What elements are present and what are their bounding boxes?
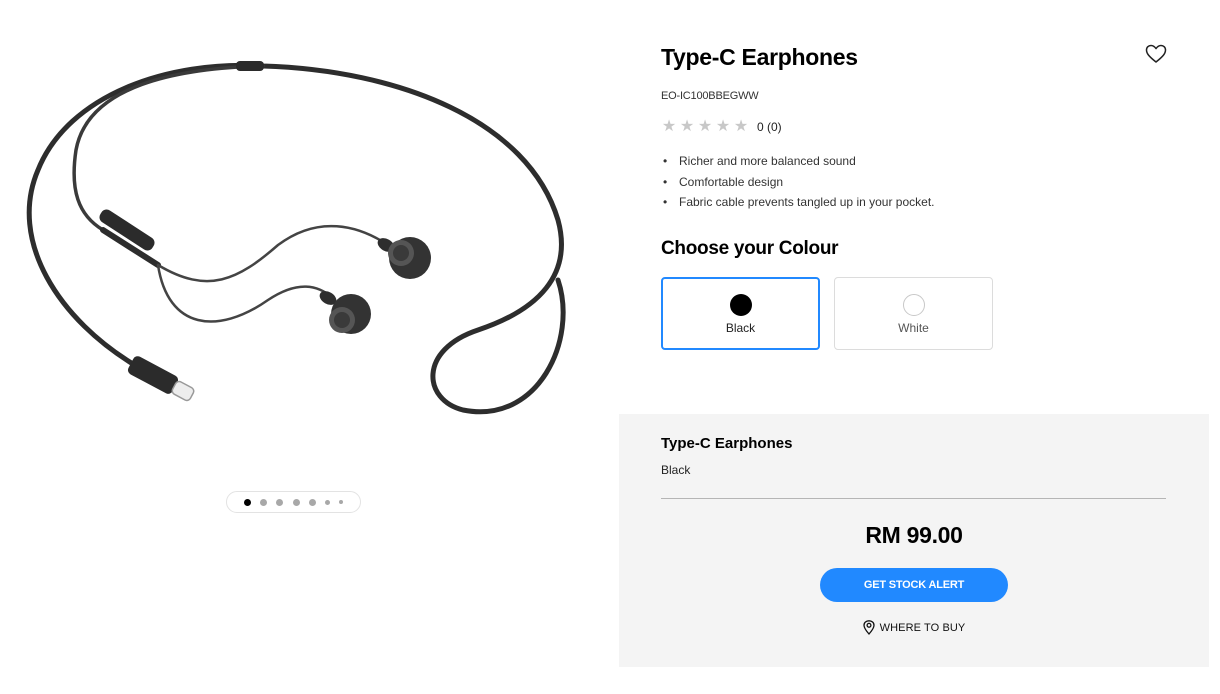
colour-chip [902, 294, 925, 316]
feature-item: Comfortable design [661, 174, 934, 195]
gallery-dot[interactable] [260, 498, 268, 506]
product-sku: EO-IC100BBEGWW [661, 90, 759, 102]
feature-list: Richer and more balanced sound Comfortab… [661, 153, 934, 215]
star-icon: ★ [715, 118, 731, 135]
product-gallery [0, 0, 600, 530]
product-rating[interactable]: ★ ★ ★ ★ ★ 0 (0) [661, 119, 782, 135]
colour-chip [729, 294, 752, 316]
gallery-dot[interactable] [276, 498, 284, 506]
gallery-pagination [226, 491, 361, 513]
product-title: Type-C Earphones [661, 44, 858, 70]
gallery-dot[interactable] [292, 498, 300, 506]
gallery-dot[interactable] [338, 500, 343, 504]
rating-stars: ★ ★ ★ ★ ★ [661, 119, 749, 135]
star-icon: ★ [661, 118, 677, 135]
product-price: RM 99.00 [865, 522, 963, 548]
location-pin-icon [862, 620, 875, 635]
colour-option-black[interactable]: Black [661, 277, 820, 350]
feature-item: Fabric cable prevents tangled up in your… [661, 194, 934, 215]
gallery-dot[interactable] [308, 498, 316, 506]
gallery-dot[interactable] [324, 499, 330, 505]
star-icon: ★ [679, 118, 695, 135]
gallery-dot[interactable] [244, 498, 252, 506]
get-stock-alert-button[interactable]: GET STOCK ALERT [820, 568, 1008, 602]
colour-option-white[interactable]: White [834, 277, 993, 350]
where-to-buy-label: WHERE TO BUY [879, 621, 966, 634]
summary-divider [661, 498, 1166, 499]
where-to-buy-link[interactable]: WHERE TO BUY [619, 620, 1209, 635]
feature-item: Richer and more balanced sound [661, 153, 934, 174]
star-icon: ★ [697, 118, 713, 135]
colour-label: Black [725, 321, 756, 335]
star-icon: ★ [733, 118, 749, 135]
summary-product-name: Type-C Earphones [661, 435, 793, 452]
product-image [26, 61, 566, 415]
heart-outline-icon[interactable] [1145, 44, 1167, 64]
rating-count: 0 (0) [757, 120, 782, 134]
colour-heading: Choose your Colour [661, 238, 839, 259]
colour-label: White [898, 321, 929, 335]
purchase-summary: Type-C Earphones Black RM 99.00 GET STOC… [619, 414, 1209, 667]
summary-colour: Black [661, 463, 691, 477]
